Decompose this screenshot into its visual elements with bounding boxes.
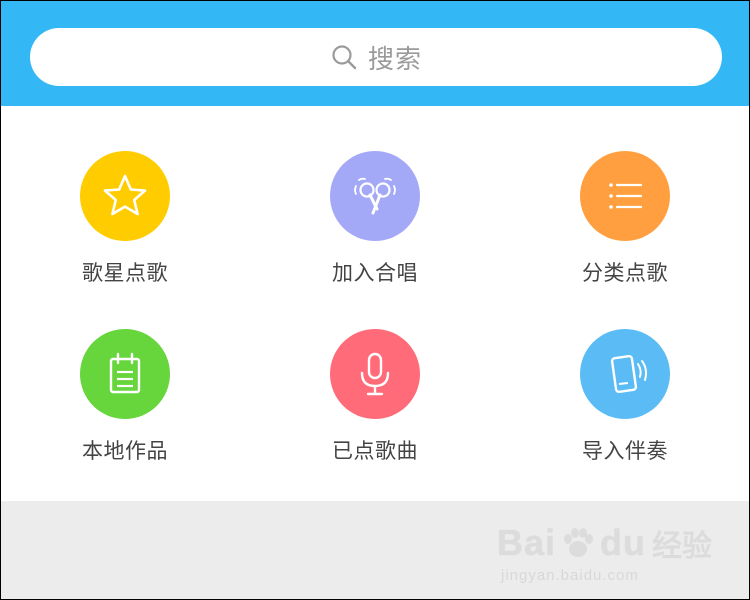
menu-item-local-works[interactable]: 本地作品: [25, 329, 225, 489]
duet-circle: [330, 151, 420, 241]
menu-item-label: 本地作品: [82, 439, 168, 463]
menu-item-label: 分类点歌: [582, 261, 668, 285]
search-icon: [332, 45, 357, 70]
star-icon: [103, 174, 147, 216]
menu-item-category[interactable]: 分类点歌: [525, 151, 725, 311]
ordered-songs-circle: [330, 329, 420, 419]
menu-item-duet[interactable]: 加入合唱: [275, 151, 475, 311]
notebook-icon: [109, 352, 141, 394]
list-icon: [609, 183, 643, 209]
watermark-cn: 经验: [652, 529, 712, 564]
search-bar[interactable]: 搜索: [30, 28, 722, 86]
footer-area: Bai du 经验 jingyan.baidu.com: [0, 501, 750, 600]
watermark-url: jingyan.baidu.com: [500, 567, 639, 584]
microphone-icon: [360, 352, 390, 396]
category-circle: [580, 151, 670, 241]
search-placeholder: 搜索: [367, 44, 422, 75]
phone-vibrate-icon: [610, 354, 647, 394]
menu-item-singer[interactable]: 歌星点歌: [25, 151, 225, 311]
menu-item-label: 歌星点歌: [82, 261, 168, 285]
local-works-circle: [80, 329, 170, 419]
paw-icon: [564, 528, 594, 557]
feature-grid: 歌星点歌 加入合唱 分类点歌 本地作品 已点歌曲 导入伴奏: [0, 106, 750, 501]
duet-microphones-icon: [354, 177, 396, 215]
menu-item-label: 已点歌曲: [332, 439, 418, 463]
menu-item-label: 导入伴奏: [582, 439, 668, 463]
menu-item-label: 加入合唱: [332, 261, 418, 285]
watermark-brand-suffix: du: [600, 522, 646, 563]
watermark-brand: Bai: [496, 522, 557, 563]
singer-circle: [80, 151, 170, 241]
import-accompaniment-circle: [580, 329, 670, 419]
menu-item-import-accompaniment[interactable]: 导入伴奏: [525, 329, 725, 489]
baidu-jingyan-watermark: Bai du 经验 jingyan.baidu.com: [497, 521, 712, 584]
menu-item-ordered-songs[interactable]: 已点歌曲: [275, 329, 475, 489]
header-bar: 搜索: [0, 0, 750, 106]
